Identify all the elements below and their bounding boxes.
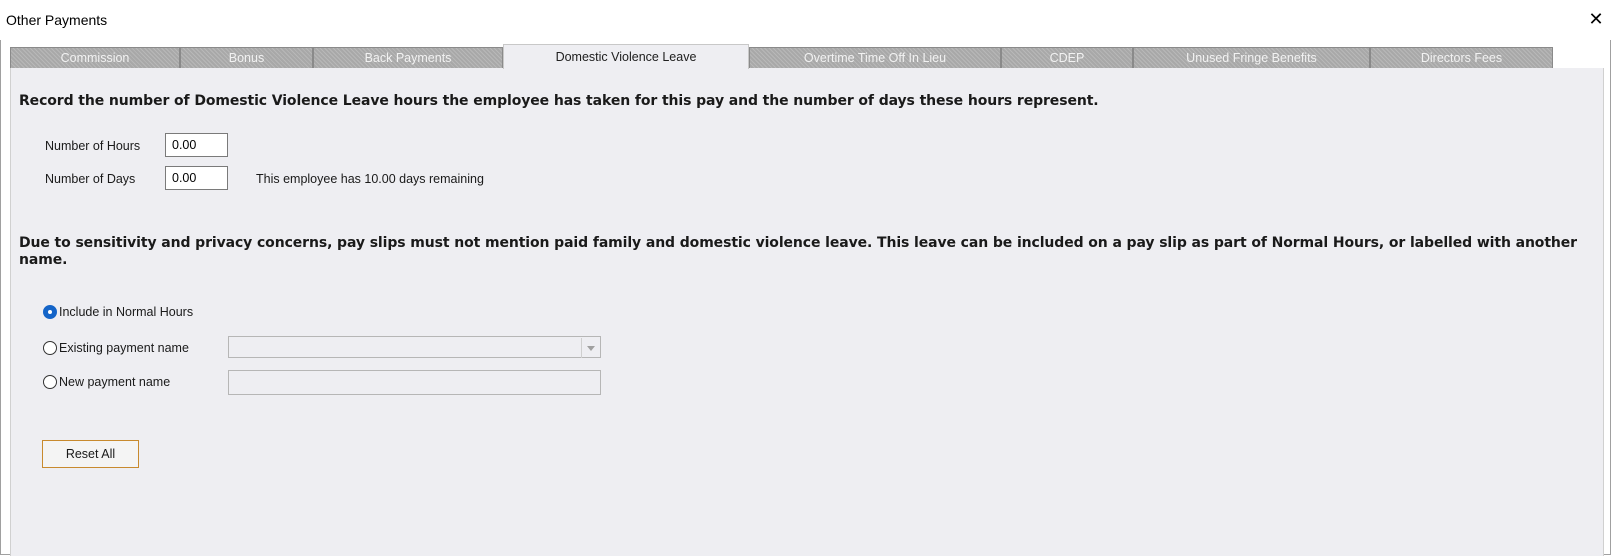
tab-unused-fringe-benefits[interactable]: Unused Fringe Benefits	[1133, 47, 1370, 68]
radio-new-payment-name[interactable]: New payment name	[43, 375, 170, 389]
radio-label: Include in Normal Hours	[59, 305, 194, 319]
window-title: Other Payments	[6, 12, 108, 28]
tab-overtime-time-off-in-lieu[interactable]: Overtime Time Off In Lieu	[749, 47, 1001, 68]
tab-back-payments[interactable]: Back Payments	[313, 47, 503, 68]
radio-include-normal-hours[interactable]: Include in Normal Hours	[43, 305, 193, 319]
radio-label: Existing payment name	[59, 341, 189, 355]
tab-panel: Record the number of Domestic Violence L…	[10, 68, 1604, 556]
radio-existing-payment-name[interactable]: Existing payment name	[43, 341, 189, 355]
days-label: Number of Days	[45, 172, 136, 186]
tab-commission[interactable]: Commission	[10, 47, 180, 68]
days-remaining-text: This employee has 10.00 days remaining	[256, 172, 484, 186]
radio-unchecked-icon[interactable]	[43, 375, 57, 389]
tab-strip: Commission Bonus Back Payments Domestic …	[10, 44, 1604, 69]
tab-cdep[interactable]: CDEP	[1001, 47, 1133, 68]
radio-unchecked-icon[interactable]	[43, 341, 57, 355]
tab-bonus[interactable]: Bonus	[180, 47, 313, 68]
hours-label: Number of Hours	[45, 139, 141, 153]
existing-payment-name-dropdown[interactable]	[228, 336, 601, 358]
tab-domestic-violence-leave[interactable]: Domestic Violence Leave	[503, 44, 749, 69]
reset-all-button[interactable]: Reset All	[42, 440, 139, 468]
hours-input[interactable]	[165, 133, 228, 157]
close-icon[interactable]: ✕	[1585, 8, 1607, 30]
new-payment-name-input[interactable]	[228, 370, 601, 395]
days-input[interactable]	[165, 166, 228, 190]
tab-directors-fees[interactable]: Directors Fees	[1370, 47, 1553, 68]
radio-label: New payment name	[59, 375, 171, 389]
chevron-down-icon[interactable]	[581, 338, 599, 358]
instruction-text: Record the number of Domestic Violence L…	[19, 93, 1099, 109]
radio-checked-icon[interactable]	[43, 305, 57, 319]
privacy-notice: Due to sensitivity and privacy concerns,…	[19, 235, 1577, 268]
title-bar: Other Payments ✕	[0, 0, 1612, 40]
